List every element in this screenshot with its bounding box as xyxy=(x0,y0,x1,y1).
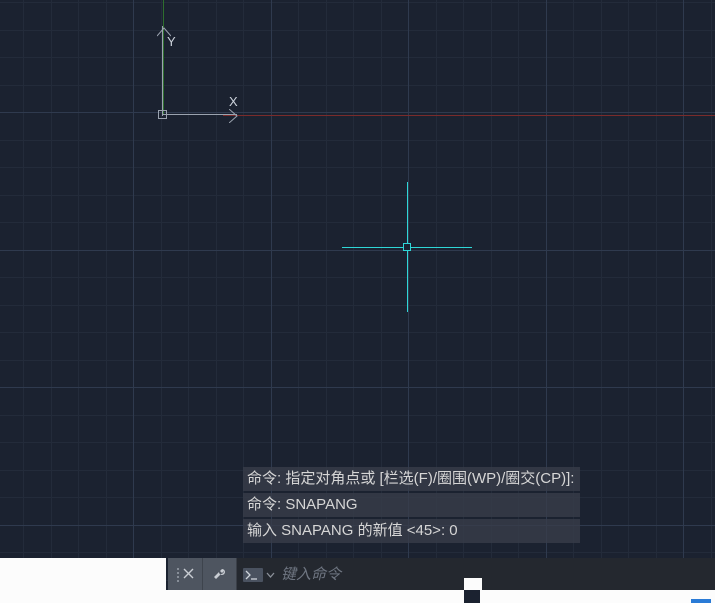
command-bar xyxy=(168,558,715,591)
statusbar-accent xyxy=(691,599,711,603)
statusbar-bottom xyxy=(0,590,715,603)
statusbar-gap xyxy=(464,578,482,590)
ucs-y-axis-line xyxy=(163,0,164,115)
ucs-x-axis-line xyxy=(223,115,715,116)
history-line: 命令: 指定对角点或 [栏选(F)/圈围(WP)/圈交(CP)]: xyxy=(243,467,580,491)
history-line: 输入 SNAPANG 的新值 <45>: 0 xyxy=(243,519,580,543)
command-prompt-icon[interactable] xyxy=(243,568,263,582)
command-input[interactable] xyxy=(281,558,715,591)
history-line: 命令: SNAPANG xyxy=(243,493,580,517)
cursor-crosshair xyxy=(342,182,472,312)
ucs-icon: Y X xyxy=(155,26,245,126)
close-icon[interactable] xyxy=(183,568,194,581)
ucs-x-label: X xyxy=(229,94,238,109)
ucs-y-label: Y xyxy=(167,34,176,49)
chevron-down-icon[interactable] xyxy=(266,568,275,582)
command-history: 命令: 指定对角点或 [栏选(F)/圈围(WP)/圈交(CP)]: 命令: SN… xyxy=(243,467,580,543)
drawing-canvas[interactable]: Y X 命令: 指定对角点或 [栏选(F)/圈围(WP)/圈交(CP)]: 命令… xyxy=(0,0,715,603)
wrench-icon xyxy=(211,566,229,584)
command-bar-drag-handle[interactable] xyxy=(168,558,202,591)
statusbar-left-segment xyxy=(0,558,166,590)
customize-button[interactable] xyxy=(202,558,236,591)
